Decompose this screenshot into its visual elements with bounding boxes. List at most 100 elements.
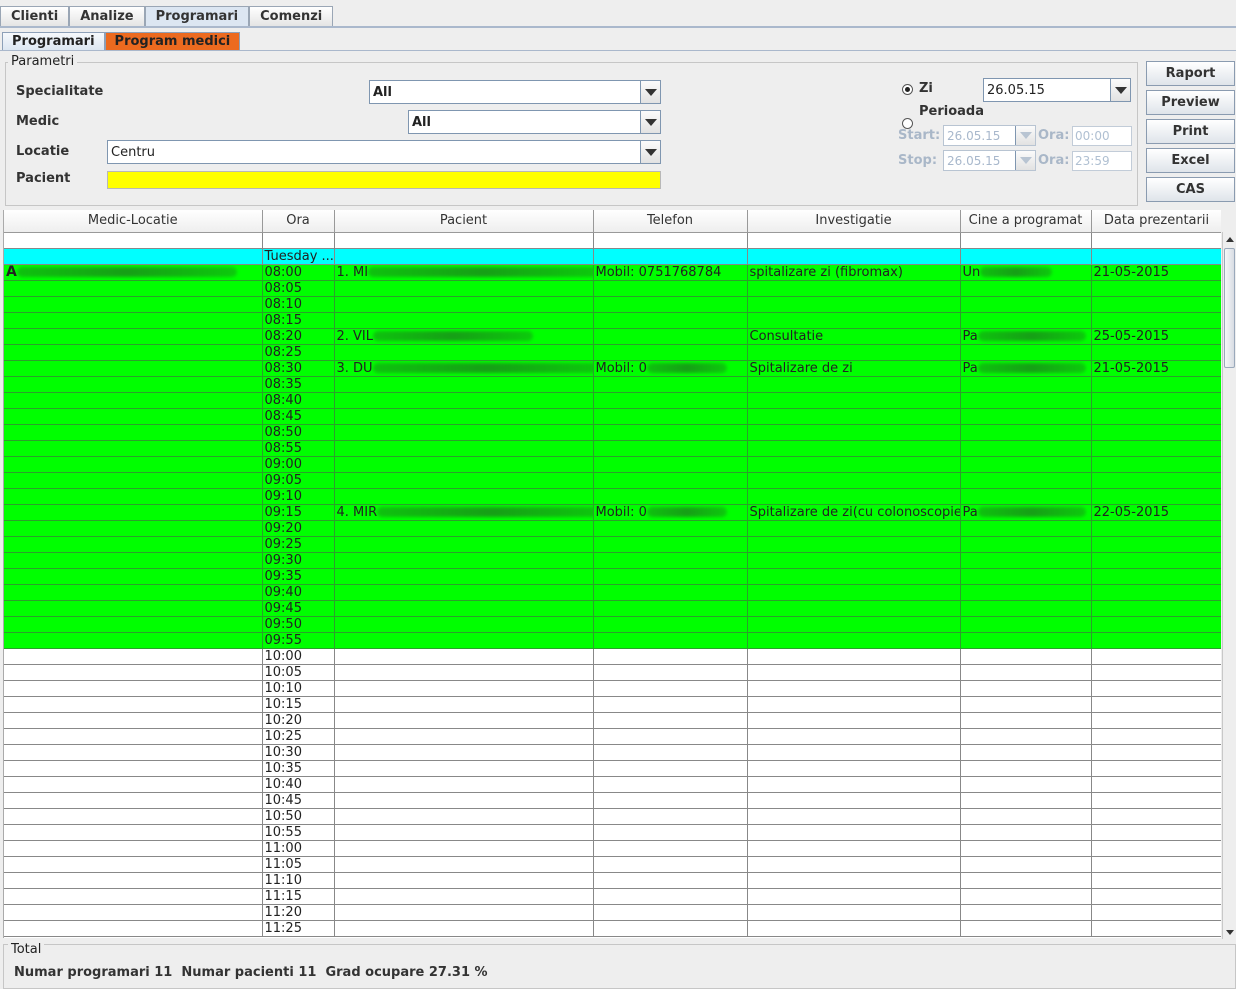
cell-text: 08:40 [264, 392, 302, 408]
table-row[interactable]: 09:35 [4, 568, 1221, 585]
table-row[interactable]: 10:15 [4, 696, 1221, 713]
scroll-thumb[interactable] [1224, 248, 1235, 368]
cell-data [1091, 440, 1221, 457]
col-telefon[interactable]: Telefon [593, 210, 748, 233]
table-row[interactable]: 08:10 [4, 296, 1221, 313]
col-medic-locatie[interactable]: Medic-Locatie [4, 210, 263, 233]
raport-button[interactable]: Raport [1146, 61, 1235, 86]
chevron-down-icon[interactable] [1110, 79, 1130, 101]
table-row[interactable]: 08:50 [4, 424, 1221, 441]
scroll-down-icon[interactable] [1223, 925, 1236, 939]
table-row[interactable]: A 08:00 1. MI Mobil: 0751768784 spitalizare … [4, 264, 1221, 281]
start-date-select[interactable]: 26.05.15 [943, 125, 1036, 146]
col-ora[interactable]: Ora [262, 210, 335, 233]
zi-date-select[interactable]: 26.05.15 [983, 78, 1131, 102]
table-row[interactable]: 11:00 [4, 840, 1221, 857]
cell-investigatie [747, 840, 961, 857]
locatie-select[interactable]: Centru [107, 140, 661, 164]
table-row[interactable]: 09:55 [4, 632, 1221, 649]
cell-investigatie [747, 904, 961, 921]
tab-analize[interactable]: Analize [69, 6, 145, 27]
tab-comenzi[interactable]: Comenzi [249, 6, 334, 27]
col-investigatie[interactable]: Investigatie [747, 210, 961, 233]
table-row[interactable]: 08:35 [4, 376, 1221, 393]
table-row[interactable]: 10:20 [4, 712, 1221, 729]
col-data-prezentarii[interactable]: Data prezentarii [1091, 210, 1221, 233]
table-row[interactable]: 09:00 [4, 456, 1221, 473]
table-row[interactable]: 10:10 [4, 680, 1221, 697]
col-cine-a-programat[interactable]: Cine a programat [960, 210, 1092, 233]
cell-pacient [334, 808, 594, 825]
table-row[interactable]: 11:15 [4, 888, 1221, 905]
preview-button[interactable]: Preview [1146, 90, 1235, 115]
table-row[interactable]: 11:05 [4, 856, 1221, 873]
table-row[interactable]: 08:25 [4, 344, 1221, 361]
table-scrollbar[interactable] [1222, 232, 1236, 939]
table-row[interactable]: 08:30 3. DU Mobil: 0 Spitalizare de zi Pa 21-… [4, 360, 1221, 377]
zi-radio[interactable] [902, 84, 913, 95]
ora-stop-input[interactable]: 23:59 [1072, 151, 1132, 171]
cell-cine [960, 440, 1092, 457]
table-row[interactable]: 08:55 [4, 440, 1221, 457]
medic-select[interactable]: All [408, 110, 661, 134]
cell-pacient [334, 552, 594, 569]
table-row[interactable]: 09:05 [4, 472, 1221, 489]
table-row[interactable]: 09:25 [4, 536, 1221, 553]
tab-clienti[interactable]: Clienti [0, 6, 70, 27]
subtab-program-medici[interactable]: Program medici [104, 32, 241, 51]
specialitate-select[interactable]: All [369, 80, 661, 104]
table-row[interactable] [4, 232, 1221, 249]
excel-button[interactable]: Excel [1146, 148, 1235, 173]
ora-start-input[interactable]: 00:00 [1072, 126, 1132, 146]
cell-investigatie [747, 536, 961, 553]
cell-cine [960, 712, 1092, 729]
pacient-label: Pacient [16, 171, 71, 186]
col-pacient[interactable]: Pacient [334, 210, 594, 233]
cell-pacient [334, 760, 594, 777]
print-button[interactable]: Print [1146, 119, 1235, 144]
table-row[interactable]: 09:45 [4, 600, 1221, 617]
table-row[interactable]: 11:25 [4, 920, 1221, 937]
table-row[interactable]: 09:10 [4, 488, 1221, 505]
table-row[interactable]: 10:00 [4, 648, 1221, 665]
table-row[interactable]: 10:30 [4, 744, 1221, 761]
cell-text: 10:40 [264, 776, 302, 792]
cell-data [1091, 296, 1221, 313]
tab-programari[interactable]: Programari [144, 6, 250, 27]
table-row[interactable]: 10:45 [4, 792, 1221, 809]
day-row[interactable]: Tuesday ... [4, 248, 1221, 265]
pacient-input[interactable] [107, 171, 661, 189]
cell-investigatie [747, 600, 961, 617]
subtab-programari[interactable]: Programari [2, 32, 105, 51]
cell-investigatie [747, 920, 961, 937]
stop-date-select[interactable]: 26.05.15 [943, 150, 1036, 171]
table-row[interactable]: 08:05 [4, 280, 1221, 297]
table-row[interactable]: 10:55 [4, 824, 1221, 841]
table-row[interactable]: 10:40 [4, 776, 1221, 793]
chevron-down-icon[interactable] [640, 111, 660, 133]
table-row[interactable]: 09:30 [4, 552, 1221, 569]
table-row[interactable]: 08:40 [4, 392, 1221, 409]
table-row[interactable]: 09:40 [4, 584, 1221, 601]
table-row[interactable]: 08:20 2. VIL Consultatie Pa 25-05-2015 [4, 328, 1221, 345]
table-row[interactable]: 11:20 [4, 904, 1221, 921]
table-row[interactable]: 10:35 [4, 760, 1221, 777]
cell-text: 08:00 [264, 264, 302, 280]
chevron-down-icon[interactable] [1015, 126, 1035, 145]
table-row[interactable]: 11:10 [4, 872, 1221, 889]
table-row[interactable]: 09:50 [4, 616, 1221, 633]
chevron-down-icon[interactable] [1015, 151, 1035, 170]
table-row[interactable]: 10:25 [4, 728, 1221, 745]
table-row[interactable]: 10:50 [4, 808, 1221, 825]
cell-telefon [593, 408, 748, 425]
chevron-down-icon[interactable] [640, 81, 660, 103]
table-row[interactable]: 10:05 [4, 664, 1221, 681]
cell-investigatie [747, 648, 961, 665]
scroll-up-icon[interactable] [1223, 232, 1236, 246]
cas-button[interactable]: CAS [1146, 177, 1235, 202]
chevron-down-icon[interactable] [640, 141, 660, 163]
table-row[interactable]: 08:45 [4, 408, 1221, 425]
table-row[interactable]: 09:15 4. MIR Mobil: 0 Spitalizare de zi(cu … [4, 504, 1221, 521]
table-row[interactable]: 08:15 [4, 312, 1221, 329]
table-row[interactable]: 09:20 [4, 520, 1221, 537]
